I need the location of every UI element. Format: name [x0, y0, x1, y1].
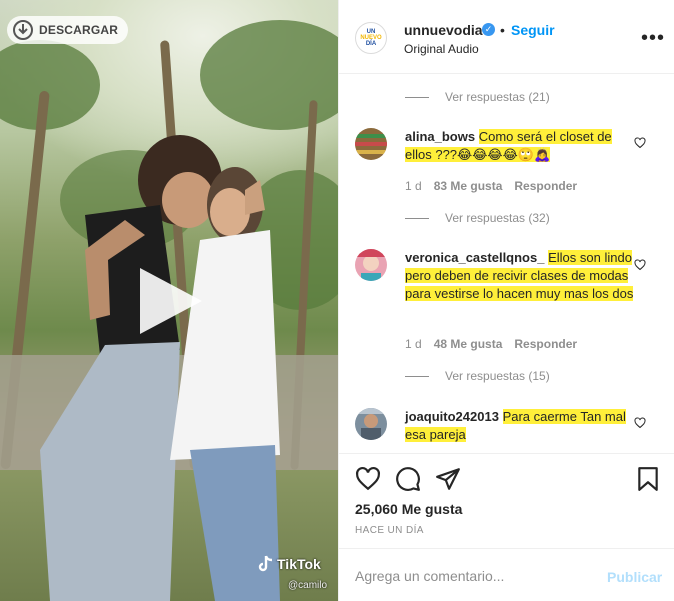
- share-send-icon[interactable]: [435, 466, 461, 492]
- comment-meta: 1 d 83 Me gusta Responder: [405, 179, 577, 193]
- play-icon[interactable]: [140, 268, 202, 334]
- publish-button[interactable]: Publicar: [607, 569, 662, 585]
- tiktok-handle: @camilo: [288, 580, 328, 591]
- comment-input[interactable]: [355, 563, 595, 589]
- post-video[interactable]: DESCARGAR TikTok @camilo: [0, 0, 338, 601]
- replies-line: [405, 217, 429, 219]
- audio-label[interactable]: Original Audio: [404, 42, 479, 56]
- post-date[interactable]: HACE UN DÍA: [355, 525, 424, 536]
- commenter-avatar[interactable]: [355, 249, 387, 281]
- comment-time[interactable]: 1 d: [405, 179, 422, 193]
- commenter-avatar[interactable]: [355, 408, 387, 440]
- comment-bubble-icon[interactable]: [395, 466, 421, 492]
- reply-button[interactable]: Responder: [514, 179, 577, 193]
- replies-line: [405, 96, 429, 98]
- like-comment-heart-icon[interactable]: [634, 417, 646, 429]
- post-header: UN NUEVO DÍA unnuevodia ✓ • Seguir Origi…: [339, 0, 674, 74]
- comment-username[interactable]: veronica_castellqnos_: [405, 250, 544, 265]
- view-replies-label: Ver respuestas (32): [445, 211, 550, 225]
- post-actions: 25,060 Me gusta HACE UN DÍA Publicar: [339, 453, 674, 601]
- download-label: DESCARGAR: [39, 23, 119, 37]
- comment-text: joaquito242013 Para caerme Tan mal esa p…: [405, 408, 637, 444]
- post-panel: UN NUEVO DÍA unnuevodia ✓ • Seguir Origi…: [338, 0, 674, 601]
- download-button[interactable]: DESCARGAR: [7, 16, 129, 44]
- tiktok-logo-icon: [258, 555, 273, 572]
- like-comment-heart-icon[interactable]: [634, 259, 646, 271]
- bookmark-save-icon[interactable]: [635, 466, 661, 492]
- reply-button[interactable]: Responder: [514, 337, 577, 351]
- view-replies-label: Ver respuestas (15): [445, 369, 550, 383]
- download-icon: [13, 20, 33, 40]
- comment-text: alina_bows Como será el closet de ellos …: [405, 128, 637, 164]
- comment-username[interactable]: joaquito242013: [405, 409, 499, 424]
- post-username[interactable]: unnuevodia: [404, 22, 483, 38]
- view-replies-label: Ver respuestas (21): [445, 90, 550, 104]
- logo-line-3: DÍA: [365, 41, 377, 47]
- like-heart-icon[interactable]: [355, 466, 381, 492]
- verified-badge-icon: ✓: [482, 23, 495, 36]
- add-comment-bar: Publicar: [339, 548, 674, 601]
- comment-meta: 1 d 48 Me gusta Responder: [405, 337, 577, 351]
- comment-time[interactable]: 1 d: [405, 337, 422, 351]
- avatar[interactable]: UN NUEVO DÍA: [355, 22, 387, 54]
- like-count[interactable]: 25,060 Me gusta: [355, 501, 462, 517]
- like-comment-heart-icon[interactable]: [634, 137, 646, 149]
- tiktok-watermark-text: TikTok: [277, 556, 321, 572]
- follow-button[interactable]: Seguir: [511, 22, 555, 38]
- replies-line: [405, 375, 429, 377]
- view-replies-button[interactable]: Ver respuestas (21): [405, 90, 550, 104]
- tiktok-watermark: TikTok: [258, 555, 321, 573]
- comment-username[interactable]: alina_bows: [405, 129, 475, 144]
- more-options-icon[interactable]: •••: [641, 28, 665, 48]
- comment-text: veronica_castellqnos_ Ellos son lindo pe…: [405, 249, 637, 303]
- comments-list[interactable]: Ver respuestas (21) alina_bows Como será…: [339, 75, 674, 453]
- separator-dot: •: [500, 22, 505, 38]
- comment-likes[interactable]: 48 Me gusta: [434, 337, 503, 351]
- commenter-avatar[interactable]: [355, 128, 387, 160]
- view-replies-button[interactable]: Ver respuestas (32): [405, 211, 550, 225]
- comment-likes[interactable]: 83 Me gusta: [434, 179, 503, 193]
- couple-figure: [40, 135, 280, 601]
- view-replies-button[interactable]: Ver respuestas (15): [405, 369, 550, 383]
